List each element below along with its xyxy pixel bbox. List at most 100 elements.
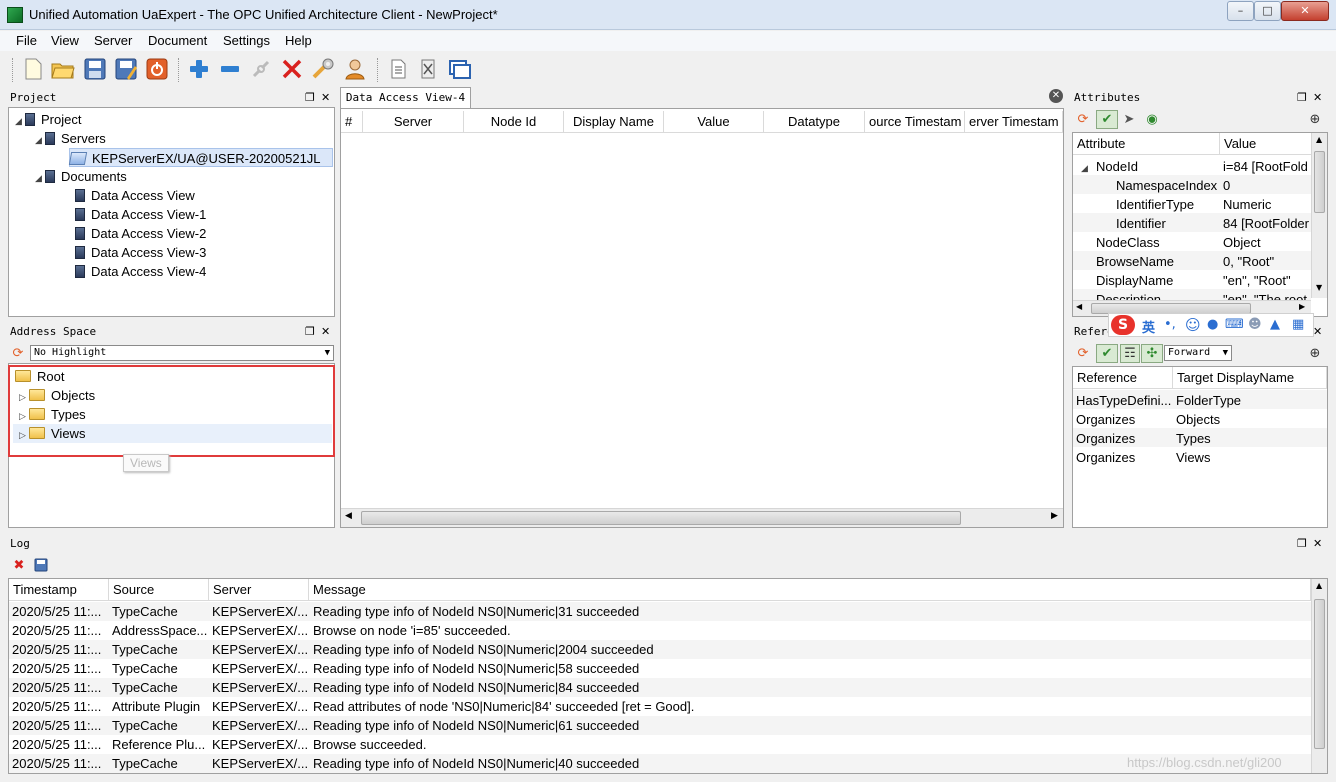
column-header[interactable]: Server (209, 579, 309, 601)
disconnect-icon[interactable] (280, 57, 304, 81)
ref-target[interactable]: Views (1176, 448, 1210, 467)
column-header[interactable]: Value (664, 111, 764, 133)
tree-item-views[interactable]: ▷ Views (13, 424, 332, 443)
arrow-up-icon[interactable]: ▲ (1316, 581, 1322, 590)
tree-item-documents[interactable]: ◢ Documents (35, 167, 127, 186)
column-header[interactable]: erver Timestam (965, 111, 1063, 133)
float-icon[interactable]: ❐ (305, 323, 315, 341)
close-icon[interactable]: ✕ (1313, 89, 1322, 107)
maximize-button[interactable]: □ (1254, 1, 1281, 21)
arrow-down-icon[interactable]: ▼ (1316, 283, 1322, 292)
float-icon[interactable]: ❐ (305, 89, 315, 107)
add-document-icon[interactable] (386, 57, 410, 81)
ref-target[interactable]: Objects (1176, 410, 1220, 429)
vertical-scrollbar[interactable]: ▲ (1311, 579, 1327, 773)
float-icon[interactable]: ❐ (1297, 89, 1307, 107)
remove-document-icon[interactable] (417, 57, 441, 81)
skin-icon[interactable]: ▲ (1270, 317, 1280, 332)
tree-item-root[interactable]: Root (15, 367, 64, 386)
tree-item-objects[interactable]: ▷ Objects (19, 386, 95, 405)
title-bar[interactable]: Unified Automation UaExpert - The OPC Un… (0, 0, 1336, 30)
column-header[interactable]: Message (309, 579, 1311, 601)
target-icon[interactable]: ✣ (1141, 344, 1163, 363)
attr-expander[interactable]: ◢ (1081, 157, 1091, 176)
cursor-icon[interactable]: ➤ (1121, 111, 1137, 127)
sogou-logo-icon[interactable]: S (1111, 315, 1135, 335)
ref-target[interactable]: FolderType (1176, 391, 1241, 410)
column-header[interactable]: Reference (1073, 367, 1173, 389)
menu-help[interactable]: Help (285, 33, 312, 48)
ref-type[interactable]: Organizes (1076, 448, 1172, 467)
add-icon[interactable]: ⊕ (1307, 345, 1323, 361)
ime-toolbar[interactable]: S 英 •, ☺ ● ⌨ ☻ ▲ ▦ (1108, 313, 1314, 337)
column-header[interactable]: Datatype (764, 111, 865, 133)
tree-item-document[interactable]: Data Access View-4 (75, 262, 206, 281)
float-icon[interactable]: ❐ (1297, 535, 1307, 553)
close-icon[interactable]: ✕ (321, 323, 330, 341)
add-icon[interactable]: ⊕ (1307, 111, 1323, 127)
column-header[interactable]: # (341, 111, 363, 133)
arrow-up-icon[interactable]: ▲ (1316, 135, 1322, 144)
tree-item-document[interactable]: Data Access View (75, 186, 195, 205)
clear-log-icon[interactable]: ✖ (11, 557, 27, 573)
hierarchy-icon[interactable]: ☶ (1120, 344, 1140, 363)
close-tab-icon[interactable]: ✕ (1049, 89, 1063, 103)
ref-type[interactable]: Organizes (1076, 410, 1172, 429)
tree-item-document[interactable]: Data Access View-3 (75, 243, 206, 262)
user-icon[interactable] (343, 57, 367, 81)
scrollbar-thumb[interactable] (1314, 151, 1325, 213)
settings-wrench-icon[interactable] (311, 57, 335, 81)
horizontal-scrollbar[interactable]: ◀ ▶ (341, 508, 1063, 527)
ime-language[interactable]: 英 (1142, 317, 1155, 336)
tree-item-project[interactable]: ◢ Project (15, 110, 81, 129)
menu-settings[interactable]: Settings (223, 33, 270, 48)
scrollbar-thumb[interactable] (1314, 599, 1325, 749)
grid-icon[interactable]: ▦ (1292, 317, 1304, 332)
highlight-select[interactable]: No Highlight ▼ (30, 345, 334, 361)
arrow-right-icon[interactable]: ▶ (1299, 302, 1305, 311)
ref-type[interactable]: HasTypeDefini... (1076, 391, 1172, 410)
arrow-left-icon[interactable]: ◀ (1076, 302, 1082, 311)
tree-item-document[interactable]: Data Access View-1 (75, 205, 206, 224)
tree-item-document[interactable]: Data Access View-2 (75, 224, 206, 243)
menu-document[interactable]: Document (148, 33, 207, 48)
window-icon[interactable] (448, 57, 472, 81)
column-header[interactable]: Timestamp (9, 579, 109, 601)
tab-data-access-view-4[interactable]: Data Access View-4 (340, 87, 471, 108)
save-as-icon[interactable] (114, 57, 138, 81)
menu-view[interactable]: View (51, 33, 79, 48)
direction-select[interactable]: Forward ▼ (1164, 345, 1232, 361)
close-icon[interactable]: ✕ (1313, 323, 1322, 341)
tree-item-server[interactable]: KEPServerEX/UA@USER-20200521JL (68, 148, 333, 167)
vertical-scrollbar[interactable]: ▲ ▼ (1311, 133, 1327, 298)
ref-target[interactable]: Types (1176, 429, 1211, 448)
keyboard-icon[interactable]: ⌨ (1225, 317, 1244, 332)
checkmark-icon[interactable]: ✔ (1096, 344, 1118, 363)
emoji-icon[interactable]: ☺ (1185, 316, 1201, 334)
shutdown-icon[interactable] (145, 57, 169, 81)
tree-item-servers[interactable]: ◢ Servers (35, 129, 106, 148)
punctuation-icon[interactable]: •, (1164, 317, 1176, 332)
column-header[interactable]: Attribute (1073, 133, 1220, 155)
refresh-icon[interactable]: ⟳ (1075, 345, 1091, 361)
column-header[interactable]: Source (109, 579, 209, 601)
close-button[interactable]: ✕ (1281, 1, 1329, 21)
checkmark-icon[interactable]: ✔ (1096, 110, 1118, 129)
remove-server-icon[interactable] (218, 57, 242, 81)
column-header[interactable]: Target DisplayName (1173, 367, 1327, 389)
arrow-left-icon[interactable]: ◀ (345, 511, 352, 521)
open-project-icon[interactable] (51, 57, 75, 81)
close-icon[interactable]: ✕ (1313, 535, 1322, 553)
refresh-icon[interactable]: ⟳ (1075, 111, 1091, 127)
microphone-icon[interactable]: ● (1207, 317, 1218, 332)
new-project-icon[interactable] (21, 57, 45, 81)
save-project-icon[interactable] (83, 57, 107, 81)
column-header[interactable]: Node Id (464, 111, 564, 133)
person-icon[interactable]: ☻ (1248, 317, 1262, 332)
connect-icon[interactable] (249, 57, 273, 81)
menu-server[interactable]: Server (94, 33, 132, 48)
column-header[interactable]: Server (363, 111, 464, 133)
column-header[interactable]: Value (1220, 133, 1312, 155)
add-server-icon[interactable] (187, 57, 211, 81)
save-log-icon[interactable] (33, 557, 49, 573)
